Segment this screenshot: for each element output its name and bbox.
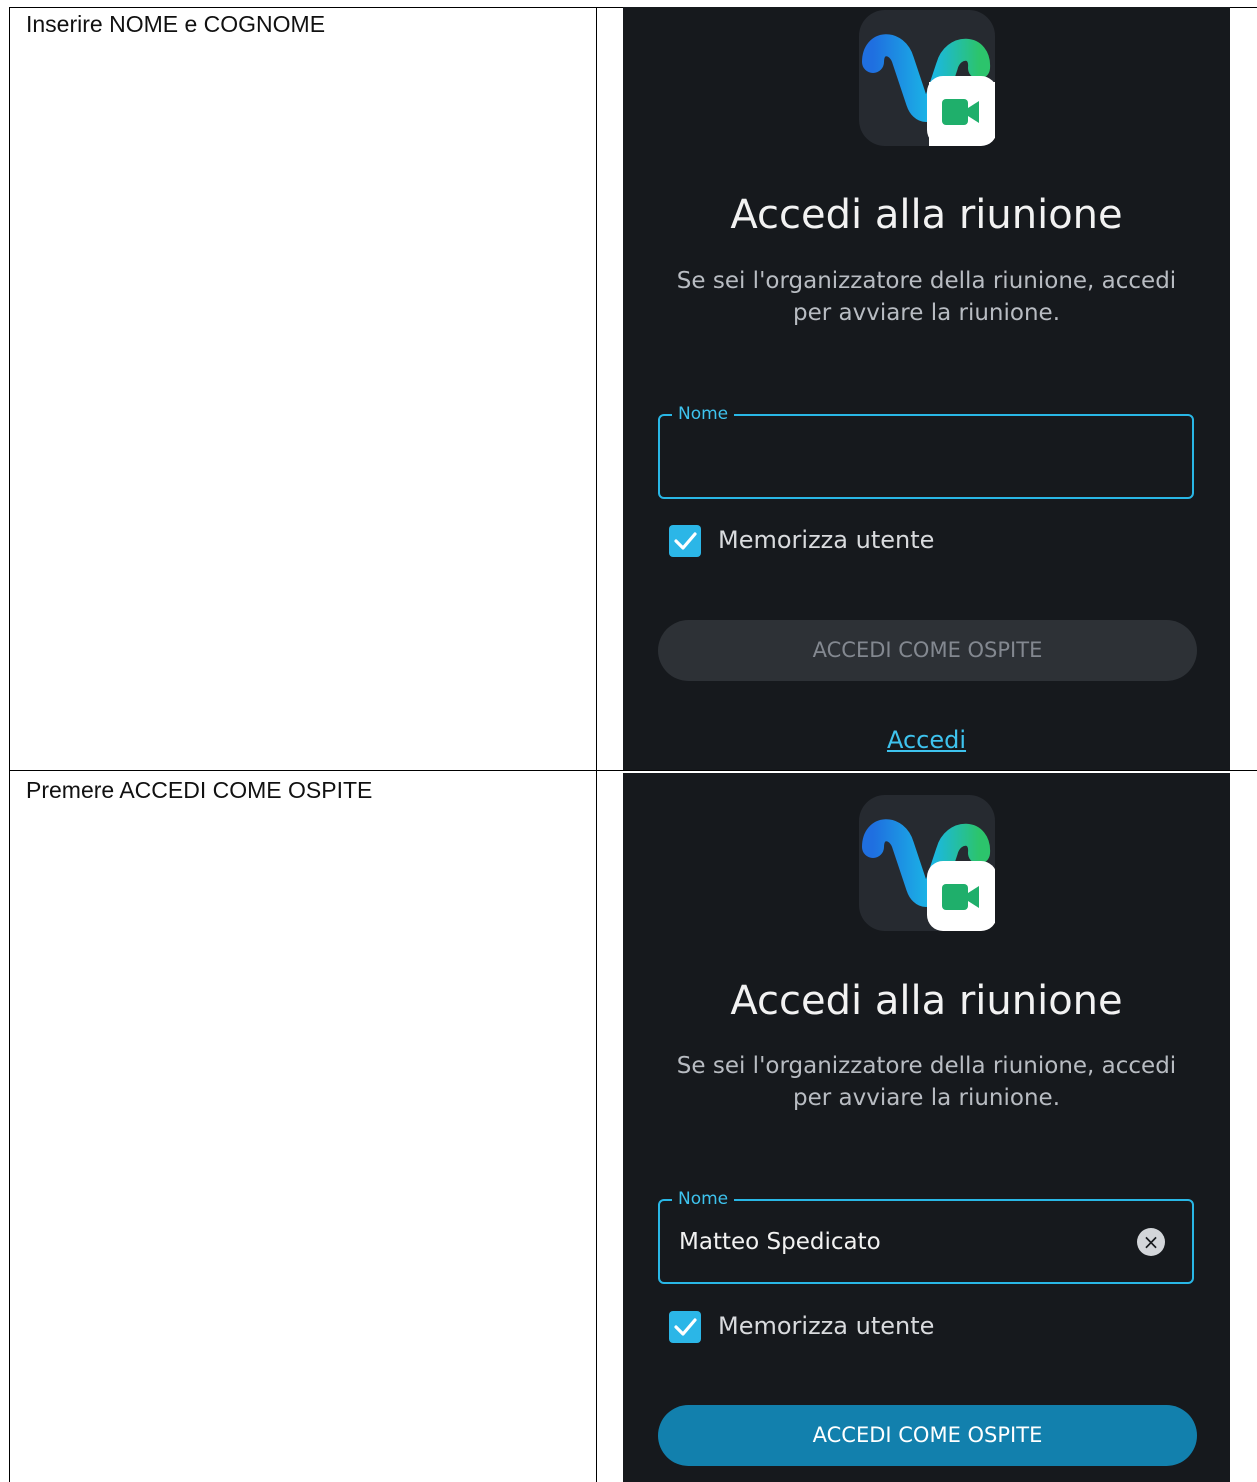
page-title: Accedi alla riunione bbox=[730, 192, 1123, 238]
name-input-label: Nome bbox=[672, 1189, 735, 1209]
app-screenshot-filled-name: Accedi alla riunione Se sei l'organizzat… bbox=[623, 773, 1230, 1482]
instruction-text: Premere ACCEDI COME OSPITE bbox=[26, 777, 373, 803]
app-screenshot-empty-name: Accedi alla riunione Se sei l'organizzat… bbox=[623, 7, 1230, 770]
check-icon bbox=[674, 1318, 697, 1336]
remember-user-checkbox[interactable] bbox=[669, 525, 701, 557]
page-title: Accedi alla riunione bbox=[730, 978, 1123, 1024]
clear-icon[interactable]: × bbox=[1137, 1228, 1165, 1256]
name-input[interactable]: Nome Matteo Spedicato × bbox=[658, 1189, 1194, 1284]
name-input-label: Nome bbox=[672, 404, 735, 424]
page-subtitle: Se sei l'organizzatore della riunione, a… bbox=[676, 268, 1177, 326]
remember-user-label: Memorizza utente bbox=[718, 526, 935, 554]
name-input[interactable]: Nome bbox=[658, 404, 1194, 499]
remember-user-label: Memorizza utente bbox=[718, 1312, 935, 1340]
guest-join-button[interactable]: ACCEDI COME OSPITE bbox=[658, 620, 1197, 681]
table-border-left bbox=[9, 7, 10, 1482]
remember-user-checkbox[interactable] bbox=[669, 1311, 701, 1343]
webex-meet-app-icon bbox=[859, 795, 995, 931]
login-link[interactable]: Accedi bbox=[623, 725, 1230, 755]
name-input-value: Matteo Spedicato bbox=[679, 1229, 881, 1255]
check-icon bbox=[674, 532, 697, 550]
guest-join-button[interactable]: ACCEDI COME OSPITE bbox=[658, 1405, 1197, 1466]
instruction-text: Inserire NOME e COGNOME bbox=[26, 11, 326, 37]
webex-meet-app-icon bbox=[859, 10, 995, 146]
table-row-divider bbox=[9, 770, 1257, 771]
table-column-divider bbox=[596, 7, 597, 1482]
page-subtitle: Se sei l'organizzatore della riunione, a… bbox=[676, 1053, 1177, 1111]
